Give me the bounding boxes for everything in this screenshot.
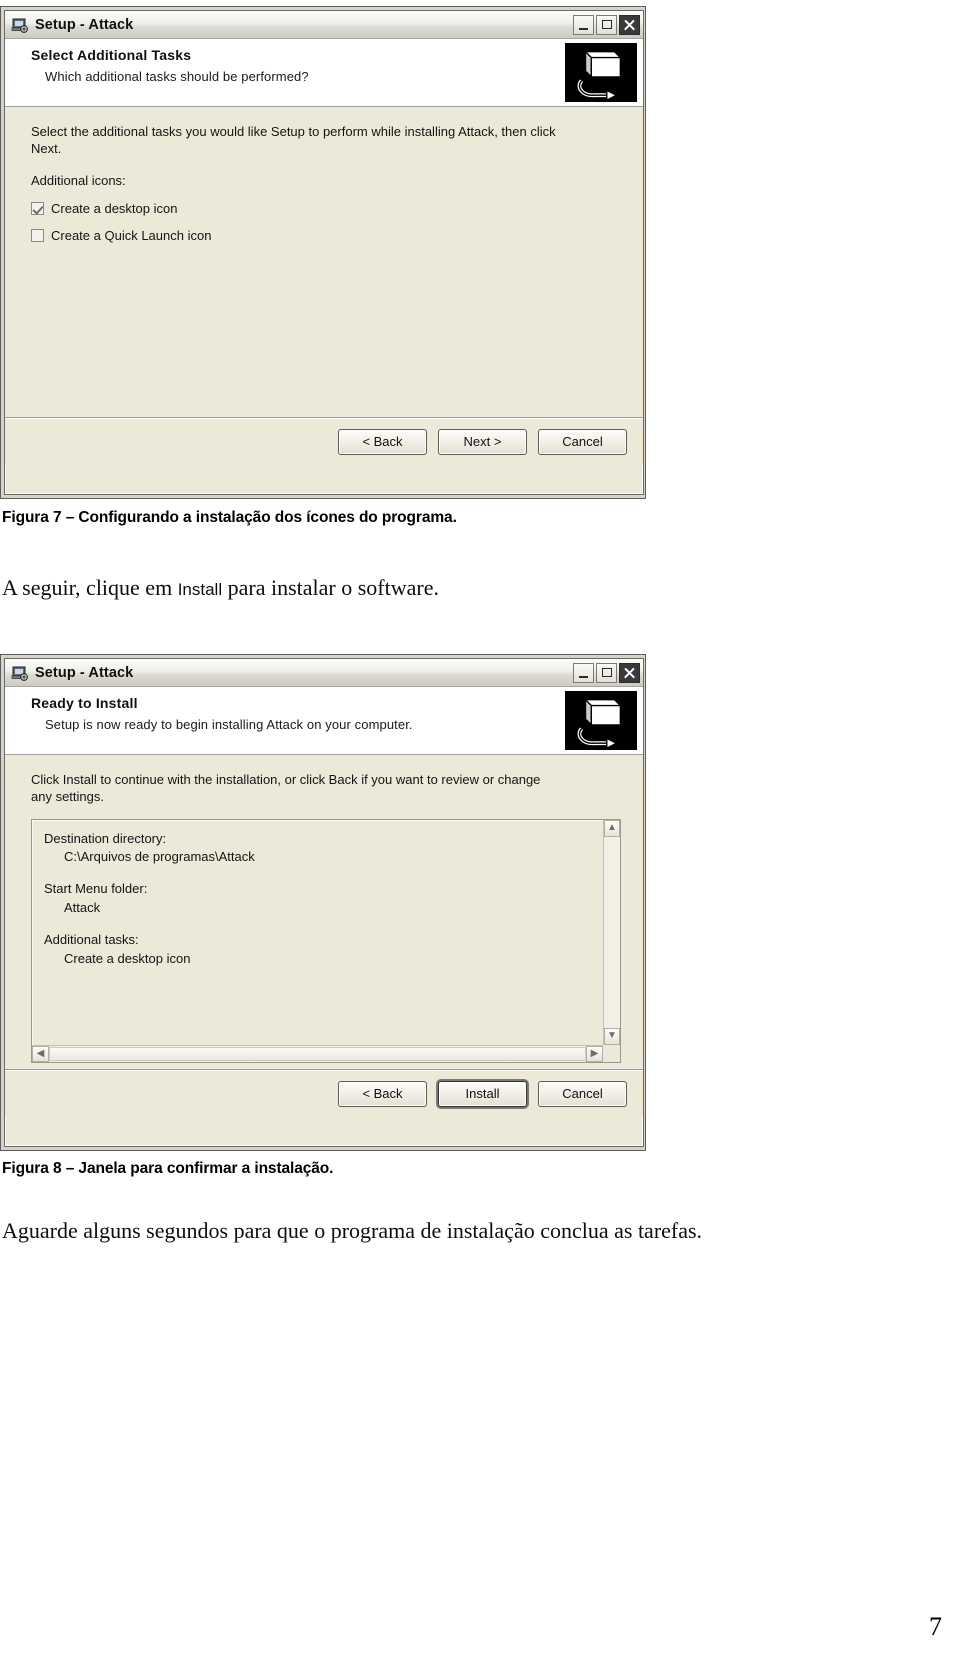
page-number: 7 xyxy=(929,1612,942,1641)
dialog2-header-title: Ready to Install xyxy=(31,695,138,711)
scroll-up-arrow-icon[interactable]: ▲ xyxy=(604,819,620,837)
dialog1-title: Setup - Attack xyxy=(35,16,134,33)
setup-window-ready-to-install[interactable]: Setup - Attack Ready to Install Setup is… xyxy=(0,654,646,1151)
figure-7-caption: Figura 7 – Configurando a instalação dos… xyxy=(2,509,457,526)
dialog1-group-label: Additional icons: xyxy=(31,172,126,188)
summary-heading-start-menu: Start Menu folder: xyxy=(44,881,148,897)
summary-value-additional-tasks: Create a desktop icon xyxy=(64,950,191,966)
setup-window-select-additional-tasks[interactable]: Setup - Attack Select Additional Tasks W… xyxy=(0,6,646,499)
maximize-icon[interactable] xyxy=(596,662,617,683)
dialog1-header-subtitle: Which additional tasks should be perform… xyxy=(45,69,309,84)
checkbox-create-desktop-icon[interactable]: Create a desktop icon xyxy=(31,201,621,216)
scroll-right-arrow-icon[interactable]: ▶ xyxy=(586,1045,603,1062)
dialog2-body: Click Install to continue with the insta… xyxy=(5,755,643,1069)
checkbox-create-quick-launch-icon[interactable]: Create a Quick Launch icon xyxy=(31,228,621,243)
close-icon[interactable] xyxy=(619,662,640,683)
back-button[interactable]: < Back xyxy=(338,1080,427,1107)
dialog1-frame: Setup - Attack Select Additional Tasks W… xyxy=(4,10,644,495)
dialog2-intro-text: Click Install to continue with the insta… xyxy=(31,772,541,805)
setup-installer-icon xyxy=(11,18,28,33)
next-button[interactable]: Next > xyxy=(438,428,527,455)
summary-value-start-menu: Attack xyxy=(64,900,101,916)
dialog2-title: Setup - Attack xyxy=(35,664,134,681)
horizontal-scrollbar[interactable]: ◀ ▶ xyxy=(32,1044,603,1062)
installer-computer-icon xyxy=(565,691,637,750)
paragraph-install-instruction: A seguir, clique em Install para instala… xyxy=(2,572,702,603)
back-button[interactable]: < Back xyxy=(338,428,427,455)
paragraph-1-after: para instalar o software. xyxy=(222,575,439,600)
checkbox-label-quick-launch-icon: Create a Quick Launch icon xyxy=(51,227,212,243)
scrollbar-corner xyxy=(603,1044,620,1062)
summary-heading-destination: Destination directory: xyxy=(44,830,167,846)
horizontal-scroll-thumb[interactable] xyxy=(49,1046,586,1061)
checkbox-icon-checked[interactable] xyxy=(31,201,44,215)
checkbox-icon-unchecked[interactable] xyxy=(31,228,44,242)
cancel-button[interactable]: Cancel xyxy=(538,428,627,455)
dialog2-footer: < Back Install Cancel xyxy=(5,1069,643,1117)
dialog1-window-controls[interactable] xyxy=(573,14,640,35)
dialog2-header-subtitle: Setup is now ready to begin installing A… xyxy=(45,717,413,732)
cancel-button[interactable]: Cancel xyxy=(538,1080,627,1107)
scroll-down-arrow-icon[interactable]: ▼ xyxy=(604,1027,620,1045)
installer-computer-icon xyxy=(565,43,637,102)
dialog2-titlebar[interactable]: Setup - Attack xyxy=(5,659,643,687)
figure-8-caption: Figura 8 – Janela para confirmar a insta… xyxy=(2,1160,334,1177)
minimize-icon[interactable] xyxy=(573,662,594,683)
dialog1-intro-text: Select the additional tasks you would li… xyxy=(31,124,556,157)
checkbox-label-desktop-icon: Create a desktop icon xyxy=(51,200,178,216)
paragraph-1-emphasis: Install xyxy=(177,580,223,599)
summary-heading-additional-tasks: Additional tasks: xyxy=(44,931,139,947)
dialog2-frame: Setup - Attack Ready to Install Setup is… xyxy=(4,658,644,1147)
minimize-icon[interactable] xyxy=(573,14,594,35)
dialog1-header: Select Additional Tasks Which additional… xyxy=(5,39,643,107)
dialog2-window-controls[interactable] xyxy=(573,662,640,683)
dialog2-header-text: Ready to Install Setup is now ready to b… xyxy=(5,687,565,754)
maximize-icon[interactable] xyxy=(596,14,617,35)
dialog1-header-title: Select Additional Tasks xyxy=(31,47,192,63)
installation-summary-content: Destination directory: C:\Arquivos de pr… xyxy=(32,820,620,969)
dialog2-header: Ready to Install Setup is now ready to b… xyxy=(5,687,643,755)
vertical-scrollbar[interactable]: ▲ ▼ xyxy=(603,819,620,1045)
setup-installer-icon xyxy=(11,666,28,681)
paragraph-1-before: A seguir, clique em xyxy=(2,575,178,600)
paragraph-wait-instruction: Aguarde alguns segundos para que o progr… xyxy=(2,1218,703,1243)
dialog1-footer: < Back Next > Cancel xyxy=(5,417,643,465)
summary-value-destination: C:\Arquivos de programas\Attack xyxy=(64,849,255,865)
dialog1-titlebar[interactable]: Setup - Attack xyxy=(5,11,643,39)
scroll-left-arrow-icon[interactable]: ◀ xyxy=(32,1045,49,1062)
close-icon[interactable] xyxy=(619,14,640,35)
dialog1-header-text: Select Additional Tasks Which additional… xyxy=(5,39,565,106)
dialog1-body: Select the additional tasks you would li… xyxy=(5,107,643,417)
install-button[interactable]: Install xyxy=(438,1080,527,1107)
installation-summary-listbox[interactable]: Destination directory: C:\Arquivos de pr… xyxy=(31,818,621,1063)
